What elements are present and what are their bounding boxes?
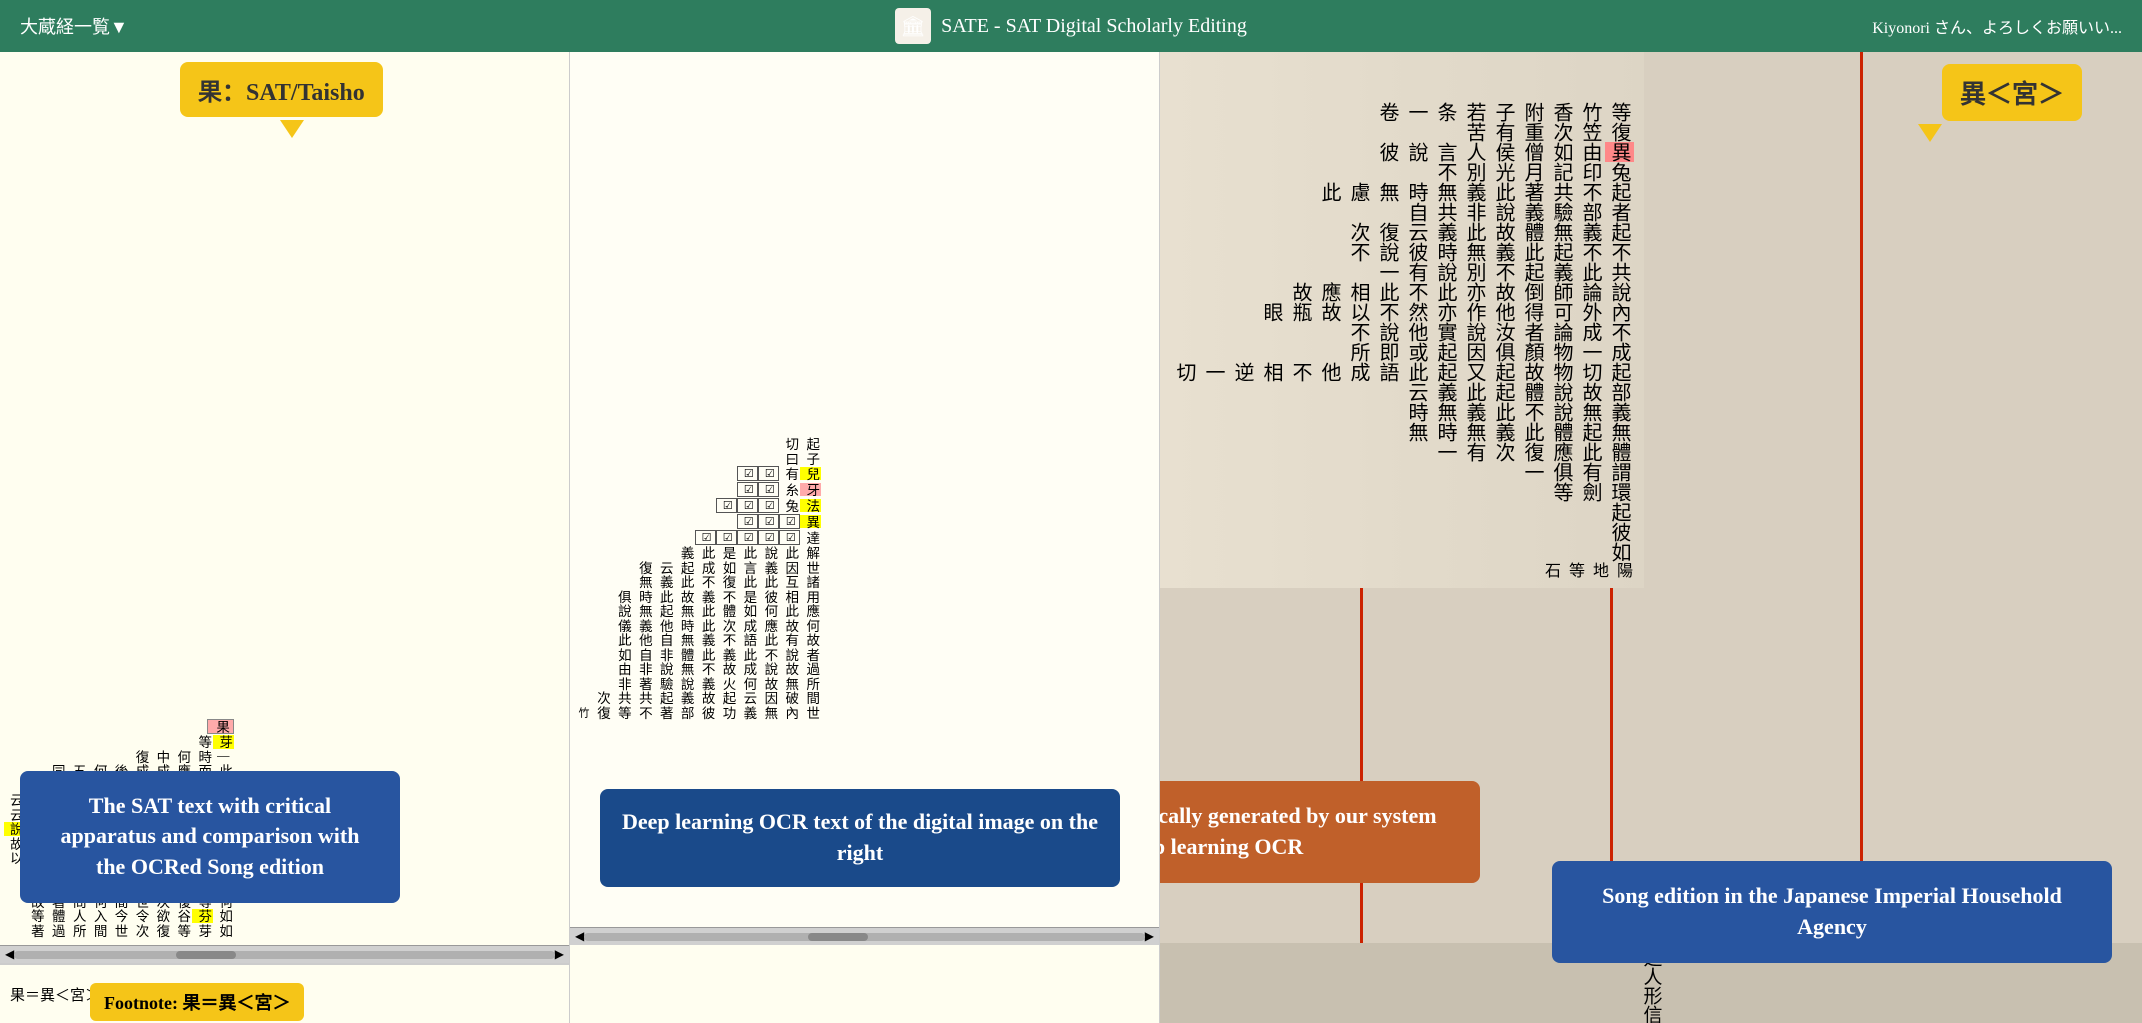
right-panel: 異＜宮＞ 等竹香附子若条一卷 復笠次重有苦 異由如僧侯人言說彼 兔 (1160, 52, 2142, 1023)
left-scroll-track[interactable] (14, 951, 555, 959)
app-title-bar: 🏛 SATE - SAT Digital Scholarly Editing (895, 8, 1247, 44)
middle-scroll-right[interactable]: ▶ (1145, 929, 1154, 944)
footnote-area: 果＝異＜宮＞ Footnote: 果＝異＜宮＞ (0, 963, 569, 1023)
nav-menu[interactable]: 大蔵経一覧▼ (20, 13, 128, 39)
middle-scroll-thumb[interactable] (808, 933, 868, 941)
comparison-description-box: This comparison is almost automatically … (1160, 781, 1480, 883)
ocr-description-box: Deep learning OCR text of the digital im… (600, 789, 1120, 887)
app-header: 大蔵経一覧▼ 🏛 SATE - SAT Digital Scholarly Ed… (0, 0, 2142, 52)
callout-arrow-right-top (1918, 124, 1942, 142)
left-scroll-right[interactable]: ▶ (555, 947, 564, 962)
callout-arrow-left (280, 120, 304, 138)
left-panel: 果：SAT/Taisho 如芽等 復次世 間所過 著 如芬谷 欲令今 入人體 等 (0, 52, 570, 1023)
middle-panel: 世內無 義功彼 部著不 等復竹 間破因 云起故 義起共 共次 所無故 何火義 說… (570, 52, 1160, 1023)
left-scroll-left[interactable]: ◀ (5, 947, 14, 962)
app-title: SATE - SAT Digital Scholarly Editing (941, 15, 1247, 38)
footnote-callout-arrow: Footnote: 果＝異＜宮＞ (90, 983, 304, 1021)
red-line-3 (1860, 52, 1863, 943)
footnote-text: 果＝異＜宮＞ (10, 984, 100, 1005)
footnote-content: 果＝異＜宮＞ (10, 984, 100, 1005)
user-greeting: Kiyonori さん、よろしくお願いい... (1872, 14, 2122, 38)
left-scrollbar[interactable]: ◀ ▶ (0, 945, 569, 963)
nav-label[interactable]: 大蔵経一覧▼ (20, 13, 128, 39)
callout-top-left: 果：SAT/Taisho (180, 62, 383, 117)
left-description-box: The SAT text with critical apparatus and… (20, 771, 400, 903)
main-layout: 果：SAT/Taisho 如芽等 復次世 間所過 著 如芬谷 欲令今 入人體 等 (0, 52, 2142, 1023)
left-scroll-thumb[interactable] (176, 951, 236, 959)
footnote-callout-label: Footnote: 果＝異＜宮＞ (90, 983, 304, 1021)
callout-top-right: 異＜宮＞ (1942, 64, 2082, 121)
app-icon: 🏛 (895, 8, 931, 44)
middle-scrollbar[interactable]: ◀ ▶ (570, 927, 1159, 945)
right-description-box: Song edition in the Japanese Imperial Ho… (1552, 861, 2112, 963)
scan-text-columns: 等竹香附子若条一卷 復笠次重有苦 異由如僧侯人言說彼 兔印記月光別不 起不共著此… (1160, 52, 1644, 588)
middle-text-area: 世內無 義功彼 部著不 等復竹 間破因 云起故 義起共 共次 所無故 何火義 說… (570, 52, 825, 727)
middle-scroll-track[interactable] (584, 933, 1145, 941)
middle-scroll-left[interactable]: ◀ (575, 929, 584, 944)
